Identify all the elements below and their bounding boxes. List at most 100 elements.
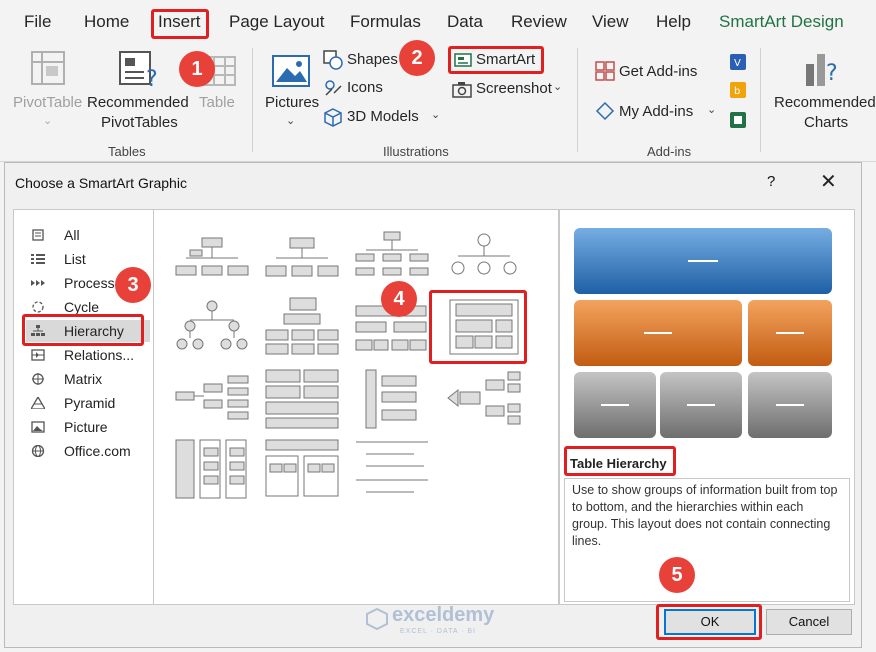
chevron-down-icon: ⌄ bbox=[431, 109, 441, 121]
hierarchy-highlight bbox=[22, 314, 144, 346]
get-addins-icon bbox=[595, 61, 615, 81]
layout-thumbnail bbox=[175, 439, 247, 499]
chevron-down-icon: ⌄ bbox=[707, 104, 717, 116]
ribbon-insert: PivotTable ⌄ ? Recommended PivotTables T… bbox=[0, 44, 876, 162]
layout-preview-pane: Table Hierarchy Use to show groups of in… bbox=[559, 209, 855, 605]
category-matrix[interactable]: Matrix bbox=[26, 368, 150, 390]
illustrations-group-label: Illustrations bbox=[383, 144, 449, 159]
layout-circle-picture-hierarchy[interactable] bbox=[446, 230, 522, 292]
layout-list-hierarchy[interactable] bbox=[354, 438, 430, 500]
layout-thumbnail bbox=[265, 297, 339, 355]
pictures-icon bbox=[272, 55, 310, 87]
recommended-pivottables-icon: ? bbox=[119, 51, 158, 90]
my-addins-icon bbox=[595, 101, 615, 121]
ok-button-highlight bbox=[656, 604, 762, 640]
category-label: Office.com bbox=[64, 443, 131, 459]
help-button[interactable]: ? bbox=[767, 173, 775, 190]
pivottable-label: PivotTable bbox=[13, 94, 83, 111]
category-picture[interactable]: Picture bbox=[26, 416, 150, 438]
layout-horizontal-org-chart[interactable] bbox=[174, 368, 250, 430]
visio-icon[interactable]: V bbox=[730, 54, 746, 70]
screenshot-label: Screenshot bbox=[476, 80, 552, 97]
bing-icon[interactable]: b bbox=[730, 82, 746, 98]
layout-thumbnail bbox=[175, 375, 249, 420]
matrix-icon bbox=[32, 373, 44, 385]
watermark-tagline: EXCEL · DATA · BI bbox=[400, 628, 476, 635]
svg-text:b: b bbox=[734, 86, 740, 97]
exceldemy-watermark: exceldemy EXCEL · DATA · BI bbox=[362, 604, 512, 640]
category-label: List bbox=[64, 251, 86, 267]
step-badge-1: 1 bbox=[179, 51, 215, 87]
icons-icon bbox=[325, 80, 342, 96]
smartart-dialog: Choose a SmartArt Graphic ? ✕ All List P… bbox=[4, 162, 862, 648]
layout-hierarchy-list[interactable] bbox=[264, 368, 340, 430]
cycle-icon bbox=[32, 301, 44, 313]
get-addins-label: Get Add-ins bbox=[619, 63, 698, 80]
exceldemy-logo-icon bbox=[366, 608, 388, 630]
layout-thumbnail bbox=[356, 441, 428, 493]
globe-icon bbox=[31, 445, 45, 457]
svg-text:V: V bbox=[734, 58, 741, 69]
layout-picture-org-chart[interactable] bbox=[264, 230, 340, 292]
category-relationship[interactable]: Relations... bbox=[26, 344, 150, 366]
cube-icon bbox=[324, 108, 342, 127]
insert-tab-highlight bbox=[151, 9, 209, 39]
tab-formulas[interactable]: Formulas bbox=[350, 12, 421, 32]
relationship-icon bbox=[31, 349, 45, 361]
layout-title-highlight bbox=[564, 446, 676, 476]
group-divider bbox=[252, 48, 253, 152]
layout-labeled-hierarchy[interactable] bbox=[264, 296, 340, 358]
layout-thumbnail bbox=[447, 371, 521, 425]
category-label: All bbox=[64, 227, 80, 243]
layout-thumbnail bbox=[175, 237, 249, 276]
layout-architecture-hierarchy[interactable] bbox=[264, 438, 340, 500]
category-pyramid[interactable]: Pyramid bbox=[26, 392, 150, 414]
step-badge-3: 3 bbox=[115, 267, 151, 303]
cancel-button[interactable]: Cancel bbox=[766, 609, 852, 635]
chevron-down-icon: ⌄ bbox=[286, 115, 296, 127]
people-graph-icon[interactable] bbox=[730, 112, 746, 128]
tab-file[interactable]: File bbox=[24, 12, 51, 32]
chevron-down-icon: ⌄ bbox=[43, 115, 53, 127]
recommended-pivottables-label-2: PivotTables bbox=[101, 114, 178, 131]
pivottable-icon bbox=[31, 51, 65, 85]
tab-page-layout[interactable]: Page Layout bbox=[229, 12, 324, 32]
layout-horizontal-multi-level-hierarchy[interactable] bbox=[446, 368, 522, 430]
layout-lined-list-hierarchy[interactable] bbox=[174, 438, 250, 500]
step-badge-2: 2 bbox=[399, 40, 435, 76]
category-label: Picture bbox=[64, 419, 108, 435]
recommended-charts-icon: ? bbox=[806, 54, 838, 86]
tab-data[interactable]: Data bbox=[447, 12, 483, 32]
step-badge-5: 5 bbox=[659, 557, 695, 593]
table-label: Table bbox=[199, 94, 235, 111]
addins-group-label: Add-ins bbox=[647, 144, 692, 159]
tables-group-label: Tables bbox=[108, 144, 146, 159]
category-label: Cycle bbox=[64, 299, 100, 315]
layout-org-chart[interactable] bbox=[174, 230, 250, 292]
list-icon bbox=[31, 254, 45, 264]
category-label: Pyramid bbox=[64, 395, 116, 411]
layout-horizontal-labeled-hierarchy[interactable] bbox=[354, 368, 430, 430]
tab-smartart-design[interactable]: SmartArt Design bbox=[719, 12, 844, 32]
layout-preview-description: Use to show groups of information built … bbox=[564, 478, 850, 602]
shapes-label: Shapes bbox=[347, 51, 398, 68]
recommended-pivottables-label-1: Recommended bbox=[87, 94, 189, 111]
watermark-name: exceldemy bbox=[392, 604, 495, 626]
tab-view[interactable]: View bbox=[592, 12, 629, 32]
step-badge-4: 4 bbox=[381, 281, 417, 317]
tab-help[interactable]: Help bbox=[656, 12, 691, 32]
group-divider bbox=[577, 48, 578, 152]
picture-icon bbox=[31, 421, 45, 433]
tab-home[interactable]: Home bbox=[84, 12, 129, 32]
layout-thumbnail bbox=[265, 369, 339, 429]
category-all[interactable]: All bbox=[26, 224, 150, 246]
layout-hierarchy[interactable] bbox=[174, 296, 250, 358]
svg-text:?: ? bbox=[146, 67, 158, 90]
pyramid-icon bbox=[31, 397, 45, 409]
category-office-com[interactable]: Office.com bbox=[26, 440, 150, 462]
ribbon-tab-bar: File Home Insert Page Layout Formulas Da… bbox=[0, 0, 876, 44]
close-button[interactable]: ✕ bbox=[820, 169, 837, 194]
tab-review[interactable]: Review bbox=[511, 12, 567, 32]
icons-label: Icons bbox=[347, 79, 383, 96]
layout-thumbnail bbox=[451, 233, 517, 275]
